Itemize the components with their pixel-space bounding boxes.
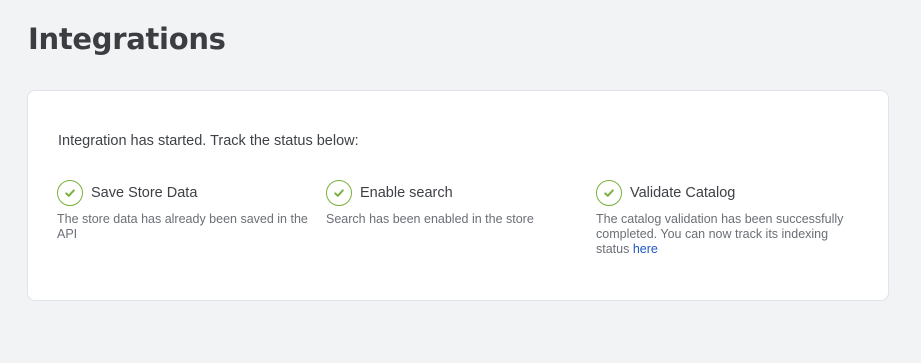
step-description-container: The catalog validation has been successf… <box>596 212 858 257</box>
step-save-store-data: Save Store Data The store data has alrea… <box>57 179 319 242</box>
step-title: Enable search <box>360 185 453 201</box>
step-header: Save Store Data <box>57 179 319 207</box>
step-title: Validate Catalog <box>630 185 736 201</box>
step-enable-search: Enable search Search has been enabled in… <box>326 179 588 227</box>
step-validate-catalog: Validate Catalog The catalog validation … <box>596 179 858 257</box>
indexing-status-link[interactable]: here <box>633 242 658 256</box>
integration-intro-text: Integration has started. Track the statu… <box>58 133 359 149</box>
check-circle-icon <box>57 180 83 206</box>
step-header: Enable search <box>326 179 588 207</box>
step-header: Validate Catalog <box>596 179 858 207</box>
step-description: Search has been enabled in the store <box>326 212 534 226</box>
check-circle-icon <box>326 180 352 206</box>
step-title: Save Store Data <box>91 185 198 201</box>
step-description: The store data has already been saved in… <box>57 212 308 241</box>
check-circle-icon <box>596 180 622 206</box>
integration-status-card: Integration has started. Track the statu… <box>27 90 889 301</box>
page-title: Integrations <box>28 22 226 56</box>
